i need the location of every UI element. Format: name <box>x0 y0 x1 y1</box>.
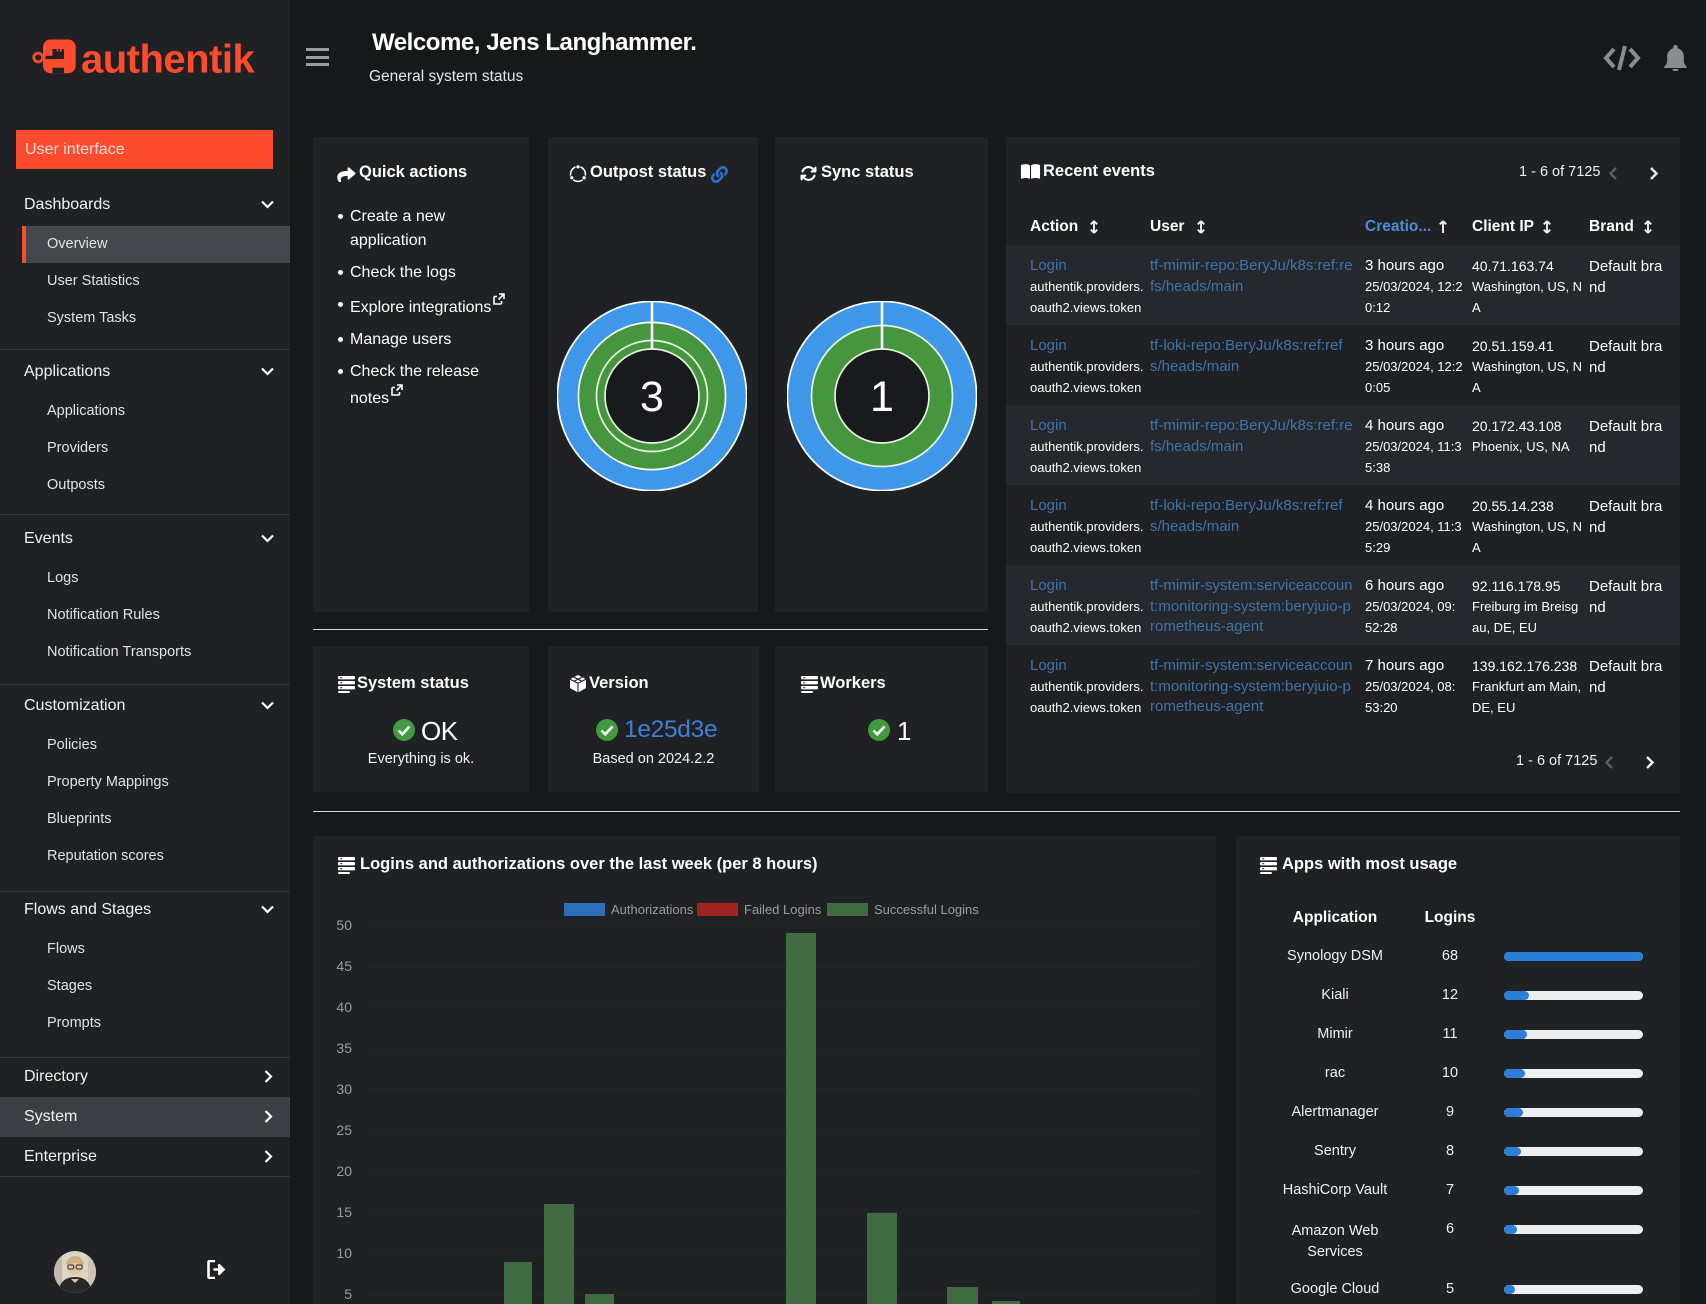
svg-text:3: 3 <box>640 373 664 421</box>
svg-text:1: 1 <box>870 373 894 421</box>
svg-text:authentik: authentik <box>81 38 256 82</box>
